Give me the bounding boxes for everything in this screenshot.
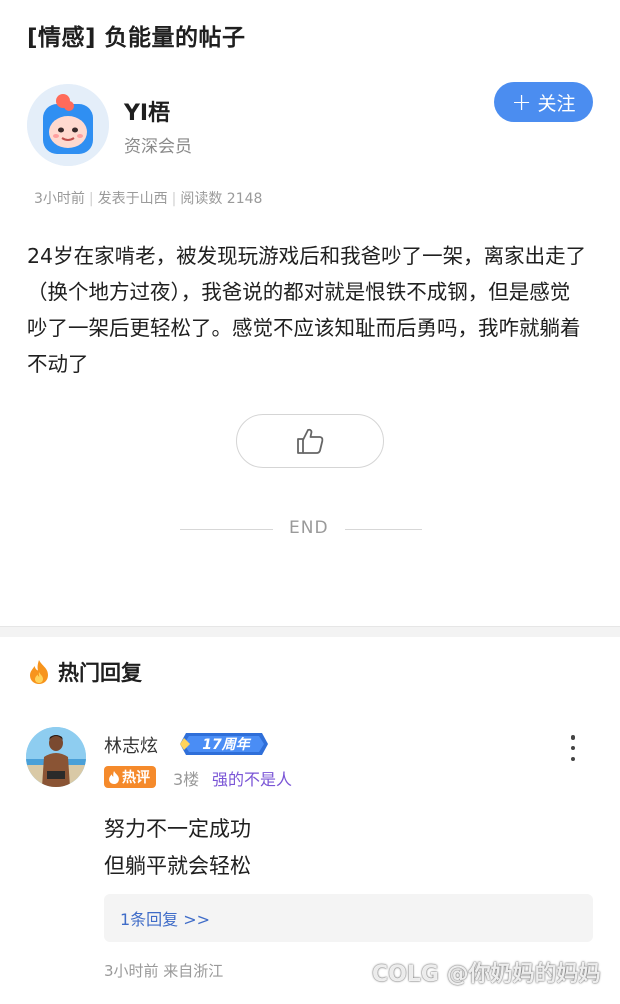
comment-line: 但躺平就会轻松	[104, 854, 251, 878]
commenter-avatar[interactable]	[26, 727, 86, 787]
hot-replies-header: 热门回复	[28, 657, 142, 687]
comment-text: 努力不一定成功 但躺平就会轻松	[104, 811, 251, 885]
hot-comment-badge: 热评	[104, 766, 156, 788]
follow-label: 关注	[537, 92, 576, 115]
like-button[interactable]	[236, 414, 384, 468]
post-reads: 阅读数 2148	[180, 191, 263, 207]
author-level: 资深会员	[124, 137, 192, 157]
view-replies-button[interactable]: 1条回复 >>	[104, 894, 593, 942]
comment-meta: 3小时前 来自浙江	[104, 962, 224, 980]
thumbs-up-icon	[297, 428, 324, 454]
hot-replies-title: 热门回复	[58, 661, 142, 685]
flame-icon	[30, 660, 48, 684]
more-options-icon[interactable]	[566, 735, 580, 761]
end-label: END	[289, 518, 329, 538]
section-divider	[0, 626, 620, 637]
commenter-name[interactable]: 林志炫	[104, 732, 158, 758]
anniversary-badge: 17周年	[180, 732, 268, 756]
post-content: 24岁在家啃老，被发现玩游戏后和我爸吵了一架，离家出走了（换个地方过夜），我爸说…	[27, 244, 587, 376]
author-name[interactable]: YI梧	[124, 95, 170, 127]
hot-comment-label: 热评	[122, 770, 150, 786]
follow-button[interactable]: + 关注	[494, 82, 593, 122]
post-title: [情感] 负能量的帖子	[27, 25, 246, 51]
post-time: 3小时前	[34, 191, 85, 207]
anniversary-badge-label: 17周年	[202, 736, 251, 753]
end-divider-left	[180, 529, 273, 530]
watermark: COLG @你奶妈的妈妈	[372, 962, 601, 987]
end-divider-right	[345, 529, 422, 530]
post-location: 发表于山西	[97, 191, 168, 207]
comment-floor: 3楼	[173, 770, 200, 789]
plus-icon: +	[511, 88, 532, 116]
flame-icon	[109, 770, 119, 784]
post-meta: 3小时前 | 发表于山西 | 阅读数 2148	[34, 191, 263, 207]
author-avatar[interactable]	[27, 84, 109, 166]
quoted-text[interactable]: 强的不是人	[212, 766, 292, 790]
comment-line: 努力不一定成功	[104, 817, 251, 841]
view-replies-label: 1条回复 >>	[120, 910, 211, 929]
